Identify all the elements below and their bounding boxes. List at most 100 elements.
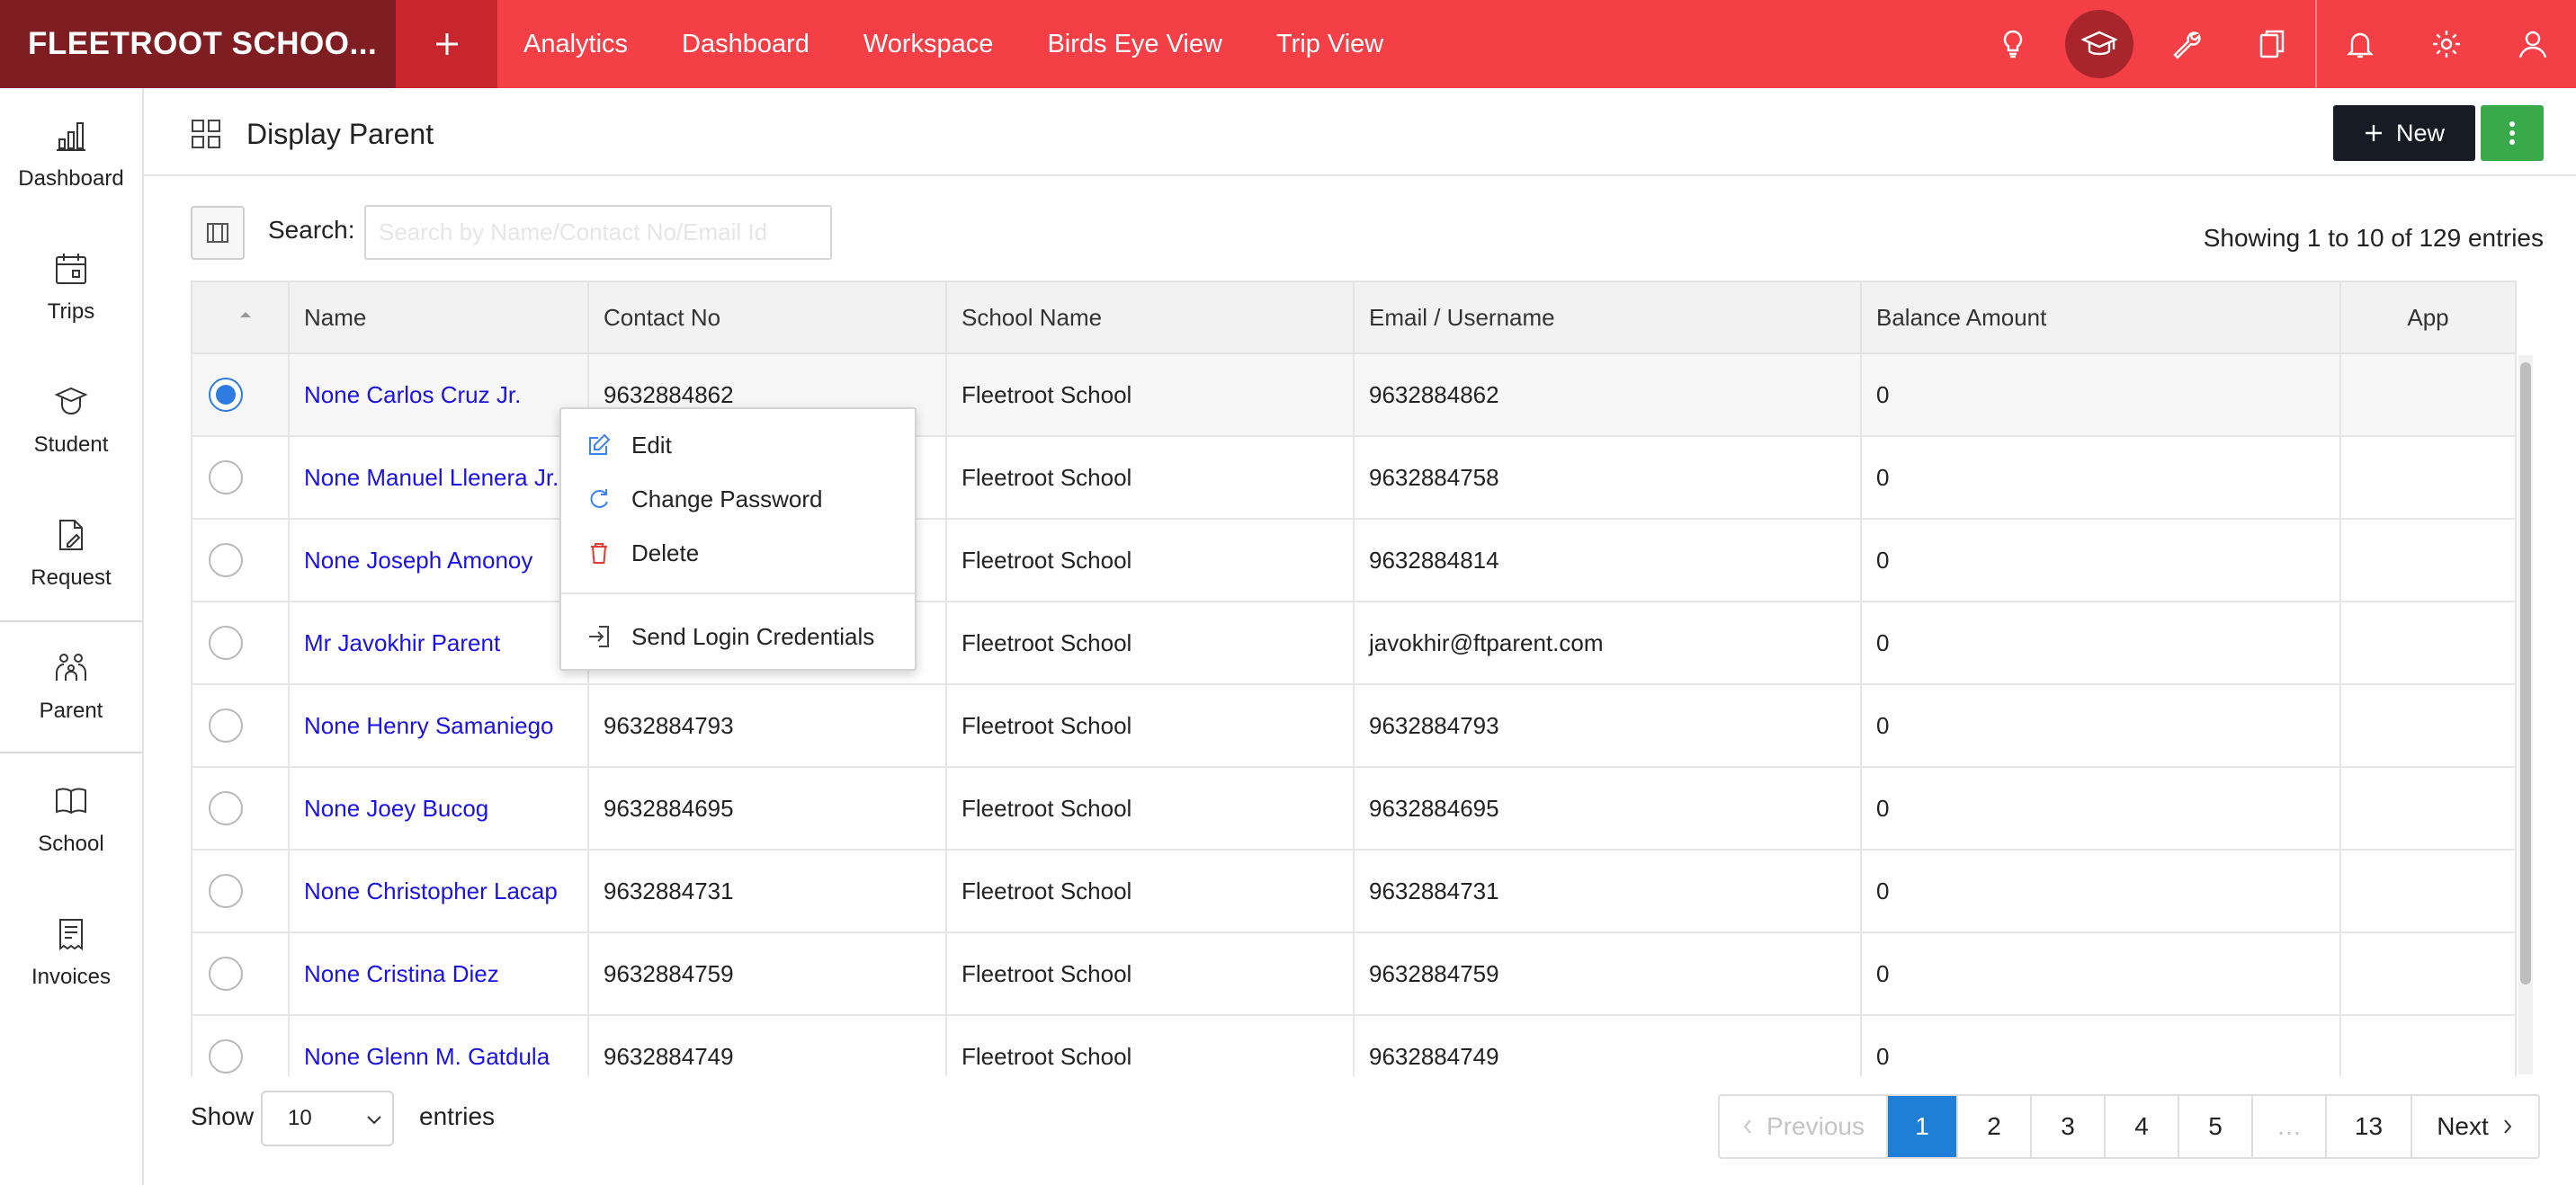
pagination-page[interactable]: 5	[2179, 1096, 2253, 1157]
row-radio[interactable]	[209, 874, 243, 908]
contact-cell: 9632884749	[589, 1016, 947, 1076]
column-header-balance[interactable]: Balance Amount	[1862, 282, 2341, 352]
row-radio[interactable]	[209, 378, 243, 412]
parent-name-link[interactable]: Mr Javokhir Parent	[304, 629, 500, 657]
name-cell: None Cristina Diez	[290, 933, 589, 1014]
row-radio[interactable]	[209, 791, 243, 825]
table-header: Name Contact No School Name Email / User…	[191, 281, 2517, 354]
chart-icon	[57, 122, 85, 151]
pagination-previous[interactable]: Previous	[1720, 1096, 1888, 1157]
sidebar-item-invoices[interactable]: Invoices	[0, 887, 142, 1020]
nav-workspace[interactable]: Workspace	[863, 30, 994, 59]
sidebar-item-request[interactable]: Request	[0, 487, 142, 620]
column-header-email[interactable]: Email / Username	[1355, 282, 1862, 352]
plus-icon	[435, 33, 458, 55]
table-row[interactable]: None Cristina Diez 9632884759 Fleetroot …	[191, 933, 2517, 1016]
row-select-cell	[192, 851, 290, 931]
nav-dashboard[interactable]: Dashboard	[682, 30, 809, 59]
more-options-button[interactable]	[2481, 105, 2544, 161]
bell-icon[interactable]	[2317, 0, 2403, 88]
parent-name-link[interactable]: None Christopher Lacap	[304, 878, 558, 905]
nav-birds-eye-view[interactable]: Birds Eye View	[1047, 30, 1222, 59]
sidebar-item-label: Parent	[39, 699, 103, 723]
pagination-page[interactable]: 2	[1958, 1096, 2032, 1157]
sidebar-item-label: School	[38, 832, 104, 856]
sidebar-item-school[interactable]: School	[0, 753, 142, 887]
graduation-cap-icon[interactable]	[2056, 0, 2142, 88]
menu-item-edit[interactable]: Edit	[561, 419, 915, 471]
email-cell: 9632884759	[1355, 933, 1862, 1014]
user-icon[interactable]	[2490, 0, 2576, 88]
row-radio[interactable]	[209, 1039, 243, 1074]
row-radio[interactable]	[209, 708, 243, 743]
row-radio[interactable]	[209, 460, 243, 494]
row-radio[interactable]	[209, 626, 243, 660]
parent-name-link[interactable]: None Joseph Amonoy	[304, 547, 532, 575]
parent-name-link[interactable]: None Cristina Diez	[304, 960, 499, 988]
nav-analytics[interactable]: Analytics	[523, 30, 628, 59]
column-toggle-button[interactable]	[191, 206, 245, 260]
row-radio[interactable]	[209, 957, 243, 991]
row-radio[interactable]	[209, 543, 243, 577]
table-row[interactable]: None Manuel Llenera Jr. Fleetroot School…	[191, 437, 2517, 520]
grid-icon[interactable]	[191, 119, 221, 149]
parent-icon	[56, 654, 86, 681]
pagination-page[interactable]: 13	[2327, 1096, 2412, 1157]
menu-item-delete[interactable]: Delete	[561, 527, 915, 579]
sidebar-item-parent[interactable]: Parent	[0, 620, 142, 753]
school-cell: Fleetroot School	[947, 768, 1355, 849]
sidebar-item-trips[interactable]: Trips	[0, 221, 142, 354]
nav-trip-view[interactable]: Trip View	[1276, 30, 1383, 59]
column-header-name[interactable]: Name	[290, 282, 589, 352]
pagination: Previous 1 2 3 4 5 … 13 Next	[1718, 1094, 2540, 1159]
table-row[interactable]: None Carlos Cruz Jr. 9632884862 Fleetroo…	[191, 354, 2517, 437]
menu-item-label: Change Password	[631, 485, 823, 512]
table-scrollbar[interactable]	[2518, 355, 2533, 1074]
balance-cell: 0	[1862, 1016, 2341, 1076]
gear-icon[interactable]	[2403, 0, 2490, 88]
parent-name-link[interactable]: None Glenn M. Gatdula	[304, 1043, 550, 1071]
table-row[interactable]: None Henry Samaniego 9632884793 Fleetroo…	[191, 685, 2517, 768]
entries-info: Showing 1 to 10 of 129 entries	[2203, 224, 2544, 252]
search-label: Search:	[268, 216, 355, 244]
table-row[interactable]: None Joey Bucog 9632884695 Fleetroot Sch…	[191, 768, 2517, 851]
contact-cell: 9632884731	[589, 851, 947, 931]
name-cell: None Joseph Amonoy	[290, 520, 589, 601]
page-size-select[interactable]: 10	[261, 1091, 394, 1146]
table-row[interactable]: None Glenn M. Gatdula 9632884749 Fleetro…	[191, 1016, 2517, 1076]
documents-icon[interactable]	[2229, 0, 2315, 88]
menu-item-send-credentials[interactable]: Send Login Credentials	[561, 610, 915, 663]
brand-logo[interactable]: FLEETROOT SCHOO...	[0, 0, 396, 88]
column-header-select[interactable]	[192, 282, 290, 352]
column-header-contact[interactable]: Contact No	[589, 282, 947, 352]
menu-item-change-password[interactable]: Change Password	[561, 473, 915, 525]
column-header-app[interactable]: App	[2341, 282, 2515, 352]
pagination-next[interactable]: Next	[2412, 1096, 2538, 1157]
table-row[interactable]: None Joseph Amonoy Fleetroot School 9632…	[191, 520, 2517, 602]
parent-name-link[interactable]: None Henry Samaniego	[304, 712, 554, 740]
table-row[interactable]: None Christopher Lacap 9632884731 Fleetr…	[191, 851, 2517, 933]
column-header-school[interactable]: School Name	[947, 282, 1355, 352]
search-input[interactable]	[364, 205, 832, 260]
sidebar-item-student[interactable]: Student	[0, 354, 142, 487]
wrench-icon[interactable]	[2142, 0, 2229, 88]
pagination-page[interactable]: 1	[1888, 1096, 1958, 1157]
chevron-right-icon	[2504, 1119, 2512, 1134]
table-row[interactable]: Mr Javokhir Parent Fleetroot School javo…	[191, 602, 2517, 685]
parent-name-link[interactable]: None Manuel Llenera Jr.	[304, 464, 559, 492]
lightbulb-icon[interactable]	[1970, 0, 2056, 88]
parent-name-link[interactable]: None Carlos Cruz Jr.	[304, 381, 521, 409]
scrollbar-thumb[interactable]	[2520, 362, 2531, 985]
name-cell: Mr Javokhir Parent	[290, 602, 589, 683]
pagination-page[interactable]: 3	[2032, 1096, 2106, 1157]
new-button[interactable]: New	[2333, 105, 2475, 161]
parent-name-link[interactable]: None Joey Bucog	[304, 795, 488, 823]
sidebar-item-dashboard[interactable]: Dashboard	[0, 88, 142, 221]
row-select-cell	[192, 354, 290, 435]
pagination-page[interactable]: 4	[2106, 1096, 2179, 1157]
request-icon	[59, 520, 83, 550]
quick-add-button[interactable]	[396, 0, 497, 88]
balance-cell: 0	[1862, 602, 2341, 683]
balance-cell: 0	[1862, 768, 2341, 849]
school-cell: Fleetroot School	[947, 933, 1355, 1014]
